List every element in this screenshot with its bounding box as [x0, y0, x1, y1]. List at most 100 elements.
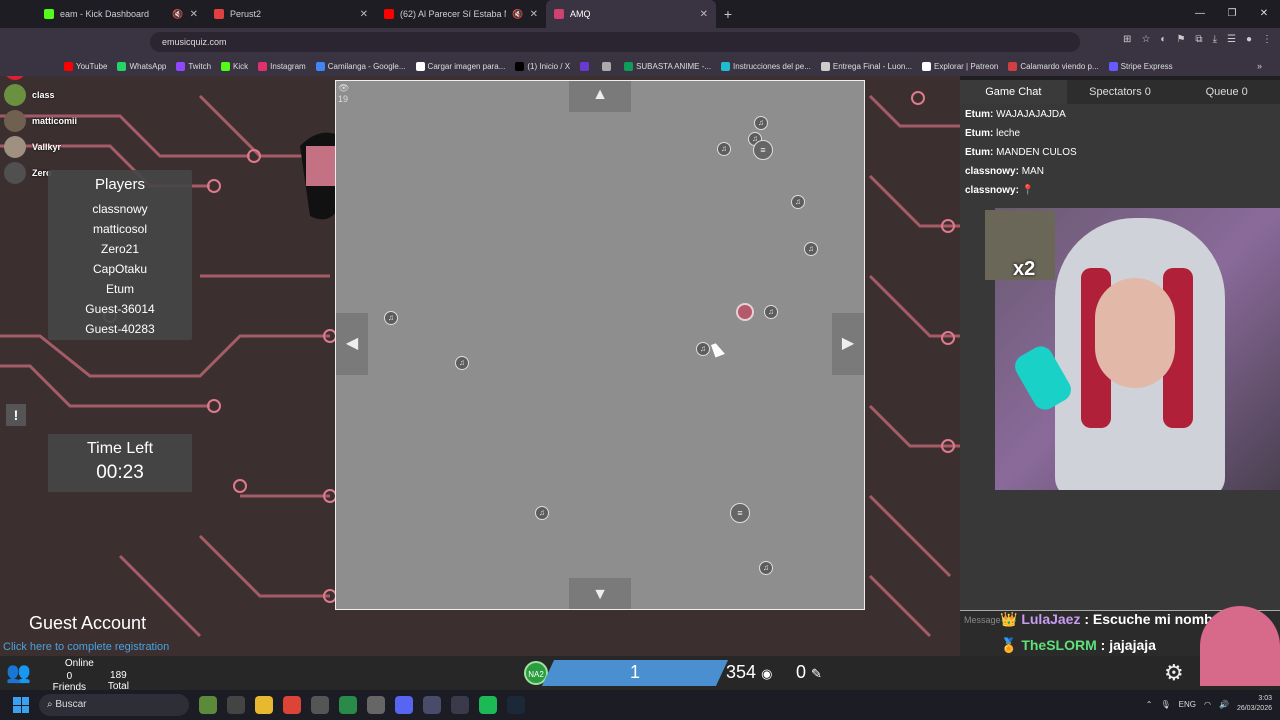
star-icon[interactable]: ☆	[1141, 34, 1150, 45]
bookmark-item[interactable]: WhatsApp	[117, 61, 166, 71]
bookmark-item[interactable]: Entrega Final - Luon...	[820, 61, 912, 71]
player-name[interactable]: Guest-36014	[48, 299, 192, 319]
map-up-arrow[interactable]: ▲	[569, 81, 631, 112]
muted-icon[interactable]: 🔇	[512, 9, 523, 20]
bookmark-item[interactable]: Camilanga - Google...	[315, 61, 406, 71]
bookmark-item[interactable]: Cargar imagen para...	[415, 61, 505, 71]
steam-icon[interactable]	[507, 696, 525, 714]
settings-icon[interactable]	[367, 696, 385, 714]
song-note-icon[interactable]: ♫	[455, 356, 469, 370]
player-name[interactable]: Zero21	[48, 239, 192, 259]
song-note-icon[interactable]: ♫	[804, 242, 818, 256]
app-icon[interactable]	[423, 696, 441, 714]
translate-icon[interactable]: ⊞	[1123, 34, 1131, 45]
settings-gear-icon[interactable]: ⚙	[1164, 660, 1184, 686]
tab-game-chat[interactable]: Game Chat	[960, 80, 1067, 104]
bookmark-item[interactable]: Twitch	[176, 61, 212, 71]
bookmark-item[interactable]: Explorar | Patreon	[922, 61, 998, 71]
song-note-icon[interactable]: ♫	[754, 116, 768, 130]
song-note-icon[interactable]: ♫	[696, 342, 710, 356]
muted-icon[interactable]: 🔇	[172, 9, 183, 20]
app-icon[interactable]	[339, 696, 357, 714]
chrome-icon[interactable]	[283, 696, 301, 714]
tab-search-icon[interactable]: ☰	[1227, 34, 1236, 45]
song-note-icon[interactable]: ♫	[759, 561, 773, 575]
taskbar-search[interactable]: ⌕ Buscar	[39, 694, 189, 716]
map-right-arrow[interactable]: ▶	[832, 313, 864, 375]
bookmark-item[interactable]: SUBASTA ANIME -...	[624, 61, 711, 71]
bookmark-item[interactable]	[580, 61, 592, 71]
windows-start-icon[interactable]	[13, 697, 29, 713]
lang-label[interactable]: ENG	[1179, 700, 1196, 709]
chat-username[interactable]: Etum:	[965, 128, 993, 139]
song-note-icon[interactable]: ♫	[791, 195, 805, 209]
wifi-icon[interactable]: ◠	[1204, 700, 1211, 709]
bookmark-item[interactable]: Calamardo viendo p...	[1008, 61, 1099, 71]
tab-perust2[interactable]: Perust2 ✕	[206, 0, 376, 28]
map-down-arrow[interactable]: ▼	[569, 578, 631, 609]
app-icon[interactable]	[227, 696, 245, 714]
bookmark-label: Twitch	[188, 61, 212, 71]
tab-youtube[interactable]: (62) Al Parecer Sí Estaba Murie 🔇 ✕	[376, 0, 546, 28]
tray-chevron-icon[interactable]: ⌃	[1146, 700, 1153, 709]
song-note-icon[interactable]: ♫	[384, 311, 398, 325]
close-tab-icon[interactable]: ✕	[530, 9, 538, 20]
bookmark-item[interactable]: YouTube	[64, 61, 107, 71]
volume-icon[interactable]: 🔊	[1219, 700, 1229, 709]
bookmark-item[interactable]: Instagram	[258, 61, 306, 71]
file-explorer-icon[interactable]	[255, 696, 273, 714]
map-left-arrow[interactable]: ◀	[336, 313, 368, 375]
new-tab-button[interactable]: +	[716, 6, 740, 22]
chat-username[interactable]: Etum:	[965, 109, 993, 120]
bookmark-item[interactable]: (1) Inicio / X	[515, 61, 570, 71]
close-window-icon[interactable]: ✕	[1248, 0, 1280, 28]
player-avatar[interactable]	[736, 303, 754, 321]
chat-username[interactable]: classnowy:	[965, 166, 1019, 177]
maximize-icon[interactable]: ❐	[1216, 0, 1248, 28]
spotify-icon[interactable]	[479, 696, 497, 714]
chat-username[interactable]: classnowy:	[965, 185, 1019, 196]
tab-kick-dashboard[interactable]: eam - Kick Dashboard 🔇 ✕	[36, 0, 206, 28]
app-icon[interactable]	[451, 696, 469, 714]
song-stack-icon[interactable]: ≡	[730, 503, 750, 523]
song-note-icon[interactable]: ♫	[535, 506, 549, 520]
extension-icon[interactable]: ◐	[1160, 34, 1166, 45]
menu-icon[interactable]: ⋮	[1262, 34, 1272, 45]
friends-summary[interactable]: 👥 Online 0 Friends 189 Total	[6, 658, 129, 693]
puzzle-icon[interactable]: ⧉	[1195, 34, 1202, 45]
close-tab-icon[interactable]: ✕	[360, 9, 368, 20]
clock[interactable]: 3:03 26/03/2026	[1237, 694, 1272, 714]
bookmark-item[interactable]: Stripe Express	[1108, 61, 1173, 71]
bookmark-item[interactable]: Kick	[221, 61, 248, 71]
player-name[interactable]: Etum	[48, 279, 192, 299]
song-stack-icon[interactable]: ≡	[753, 140, 773, 160]
viewer-name: Vallkyr	[32, 142, 62, 152]
widgets-icon[interactable]	[199, 696, 217, 714]
map-area[interactable]: 👁 19 ▲ ▼ ◀ ▶ ♫ ♫ ≡ ♫ ♫ ♫ ♫ ♫ ♫ ♫ ♫ ≡ ♫	[335, 80, 865, 610]
url-field[interactable]: emusicquiz.com	[150, 32, 1080, 52]
close-tab-icon[interactable]: ✕	[700, 9, 708, 20]
player-name[interactable]: CapOtaku	[48, 259, 192, 279]
extension-icon[interactable]: ⚑	[1176, 34, 1185, 45]
player-name[interactable]: Guest-40283	[48, 319, 192, 339]
complete-registration-link[interactable]: Click here to complete registration	[3, 641, 169, 653]
player-name[interactable]: matticosol	[48, 219, 192, 239]
close-tab-icon[interactable]: ✕	[190, 9, 198, 20]
microphone-icon[interactable]: 🎙	[1161, 700, 1171, 709]
alert-button[interactable]: !	[6, 404, 26, 426]
player-name[interactable]: classnowy	[48, 199, 192, 219]
obs-icon[interactable]	[311, 696, 329, 714]
minimize-icon[interactable]: —	[1184, 0, 1216, 28]
more-bookmarks-icon[interactable]: »	[1257, 56, 1262, 76]
chat-username[interactable]: Etum:	[965, 147, 993, 158]
download-icon[interactable]: ⤓	[1213, 34, 1217, 45]
profile-icon[interactable]: ●	[1246, 34, 1252, 45]
song-note-icon[interactable]: ♫	[717, 142, 731, 156]
tab-amq[interactable]: AMQ ✕	[546, 0, 716, 28]
discord-icon[interactable]	[395, 696, 413, 714]
bookmark-item[interactable]	[602, 61, 614, 71]
bookmark-item[interactable]: Instrucciones del pe...	[721, 61, 811, 71]
tab-spectators[interactable]: Spectators 0	[1067, 80, 1174, 104]
tab-queue[interactable]: Queue 0	[1173, 80, 1280, 104]
song-note-icon[interactable]: ♫	[764, 305, 778, 319]
